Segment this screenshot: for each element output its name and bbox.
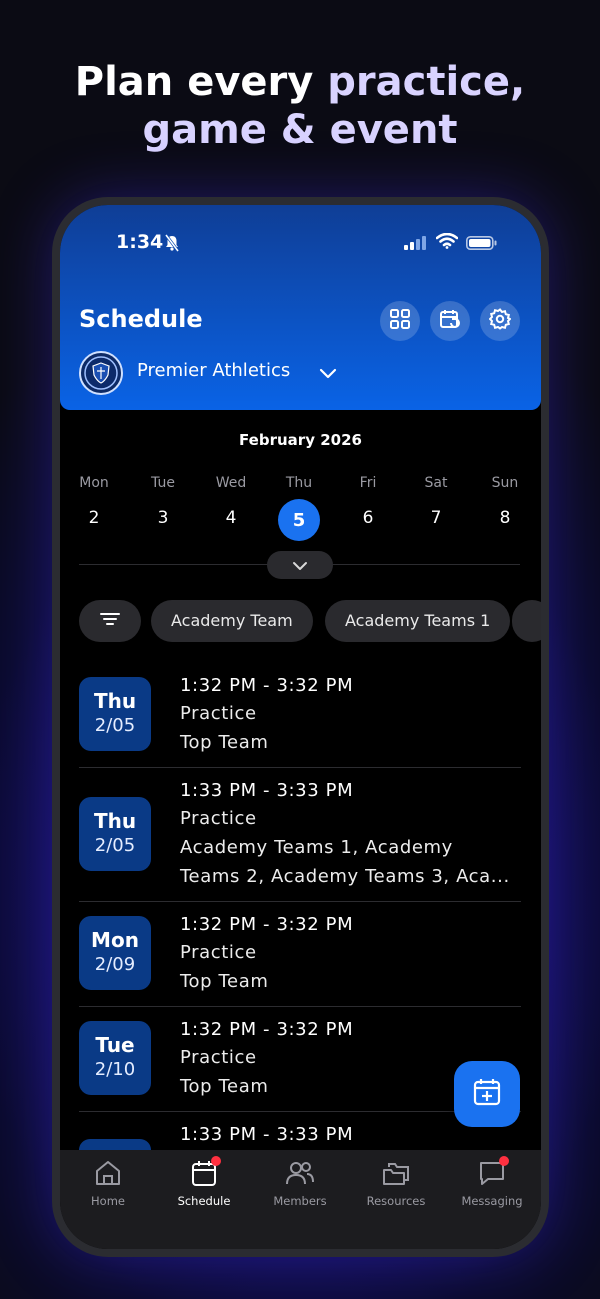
tab-home[interactable]: Home: [60, 1158, 156, 1218]
event-type: Practice: [180, 1047, 257, 1068]
headline-part-1: Plan every: [74, 59, 328, 105]
weekday-label: Sun: [491, 475, 519, 491]
marketing-headline: Plan every practice, game & event: [0, 58, 600, 154]
calendar-day[interactable]: 6: [338, 508, 398, 528]
event-row[interactable]: Mon 2/09 1:32 PM - 3:32 PM Practice Top …: [79, 914, 521, 1004]
event-date: 2/05: [94, 835, 136, 856]
event-time: 1:33 PM - 3:33 PM: [180, 1124, 354, 1145]
tab-members[interactable]: Members: [252, 1158, 348, 1218]
event-date: 2/10: [94, 1059, 136, 1080]
tab-messaging[interactable]: Messaging: [444, 1156, 540, 1218]
app-screen: 1:34 Schedule Premier Athletics February…: [60, 205, 541, 1249]
weekday-label: Sat: [424, 475, 448, 491]
chat-icon: [477, 1156, 509, 1188]
status-time: 1:34: [116, 231, 164, 253]
add-event-button[interactable]: [454, 1061, 520, 1127]
event-teams: Top Team: [180, 971, 269, 992]
event-date-box: Thu 2/05: [79, 797, 151, 871]
calendar-day[interactable]: 2: [64, 508, 124, 528]
divider: [79, 901, 521, 902]
event-teams: Top Team: [180, 732, 269, 753]
signal-icon: [404, 235, 428, 254]
tab-label: Members: [273, 1194, 327, 1208]
event-date: 2/09: [94, 954, 136, 975]
filter-chip[interactable]: Academy Team: [151, 600, 313, 642]
organization-logo: [79, 351, 123, 395]
weekday-label: Tue: [151, 475, 175, 491]
filter-chip-partial[interactable]: [512, 600, 541, 642]
event-time: 1:32 PM - 3:32 PM: [180, 675, 354, 696]
filter-button[interactable]: [79, 600, 141, 642]
headline-line-2: game & event: [142, 107, 458, 153]
bottom-tab-bar: Home Schedule Members Resources Messagin…: [60, 1150, 541, 1249]
page-title: Schedule: [79, 305, 203, 333]
tab-schedule[interactable]: Schedule: [156, 1156, 252, 1218]
event-time: 1:32 PM - 3:32 PM: [180, 914, 354, 935]
calendar-day[interactable]: 3: [133, 508, 193, 528]
event-type: Practice: [180, 942, 257, 963]
members-icon: [285, 1158, 315, 1188]
chevron-down-icon[interactable]: [319, 365, 337, 384]
grid-icon: [389, 308, 411, 334]
organization-name[interactable]: Premier Athletics: [137, 360, 290, 381]
calendar-sync-icon: [439, 308, 461, 334]
weekday-label: Thu: [285, 475, 313, 491]
event-teams-line-2: Teams 2, Academy Teams 3, Aca...: [180, 866, 510, 887]
weekday-label: Mon: [79, 475, 109, 491]
home-icon: [93, 1158, 123, 1188]
bell-muted-icon: [164, 234, 180, 256]
filter-chip[interactable]: Academy Teams 1: [325, 600, 511, 642]
tab-label: Resources: [366, 1194, 426, 1208]
calendar-day[interactable]: 7: [406, 508, 466, 528]
event-time: 1:32 PM - 3:32 PM: [180, 1019, 354, 1040]
calendar-add-icon: [472, 1077, 502, 1111]
event-row[interactable]: Thu 2/05 1:32 PM - 3:32 PM Practice Top …: [79, 675, 521, 765]
event-type: Practice: [180, 703, 257, 724]
event-day: Thu: [93, 689, 137, 713]
divider: [79, 1006, 521, 1007]
notification-badge: [211, 1156, 221, 1166]
gear-icon: [488, 308, 512, 334]
event-day: Tue: [95, 1033, 135, 1057]
event-day: Thu: [93, 809, 137, 833]
calendar-day[interactable]: 4: [201, 508, 261, 528]
chevron-down-icon: [292, 556, 308, 575]
event-type: Practice: [180, 808, 257, 829]
event-day: Mon: [91, 928, 139, 952]
tab-label: Schedule: [177, 1194, 231, 1208]
event-date-box: Mon 2/09: [79, 916, 151, 990]
event-date: 2/05: [94, 715, 136, 736]
settings-button[interactable]: [480, 301, 520, 341]
tab-resources[interactable]: Resources: [348, 1158, 444, 1218]
schedule-header: 1:34 Schedule Premier Athletics: [60, 205, 541, 410]
calendar-sync-button[interactable]: [430, 301, 470, 341]
filter-icon: [100, 611, 120, 631]
calendar-icon: [189, 1156, 221, 1188]
headline-part-2: practice,: [327, 59, 526, 105]
event-date-box: [79, 1139, 151, 1150]
tab-label: Messaging: [461, 1194, 523, 1208]
weekday-label: Wed: [215, 475, 247, 491]
event-row[interactable]: 1:33 PM - 3:33 PM: [79, 1124, 521, 1150]
event-time: 1:33 PM - 3:33 PM: [180, 780, 354, 801]
phone-frame: 1:34 Schedule Premier Athletics February…: [52, 197, 549, 1257]
weekday-label: Fri: [359, 475, 377, 491]
event-date-box: Thu 2/05: [79, 677, 151, 751]
event-teams-line-1: Academy Teams 1, Academy: [180, 837, 453, 858]
event-date-box: Tue 2/10: [79, 1021, 151, 1095]
expand-calendar-button[interactable]: [267, 551, 333, 579]
calendar-day-selected[interactable]: 5: [278, 499, 320, 541]
battery-icon: [466, 235, 498, 254]
notification-badge: [499, 1156, 509, 1166]
wifi-icon: [435, 232, 459, 253]
folder-icon: [381, 1158, 411, 1188]
calendar-month: February 2026: [239, 431, 362, 449]
tab-label: Home: [91, 1194, 125, 1208]
grid-view-button[interactable]: [380, 301, 420, 341]
event-row[interactable]: Thu 2/05 1:33 PM - 3:33 PM Practice Acad…: [79, 780, 521, 895]
divider: [79, 767, 521, 768]
calendar-day[interactable]: 8: [475, 508, 535, 528]
